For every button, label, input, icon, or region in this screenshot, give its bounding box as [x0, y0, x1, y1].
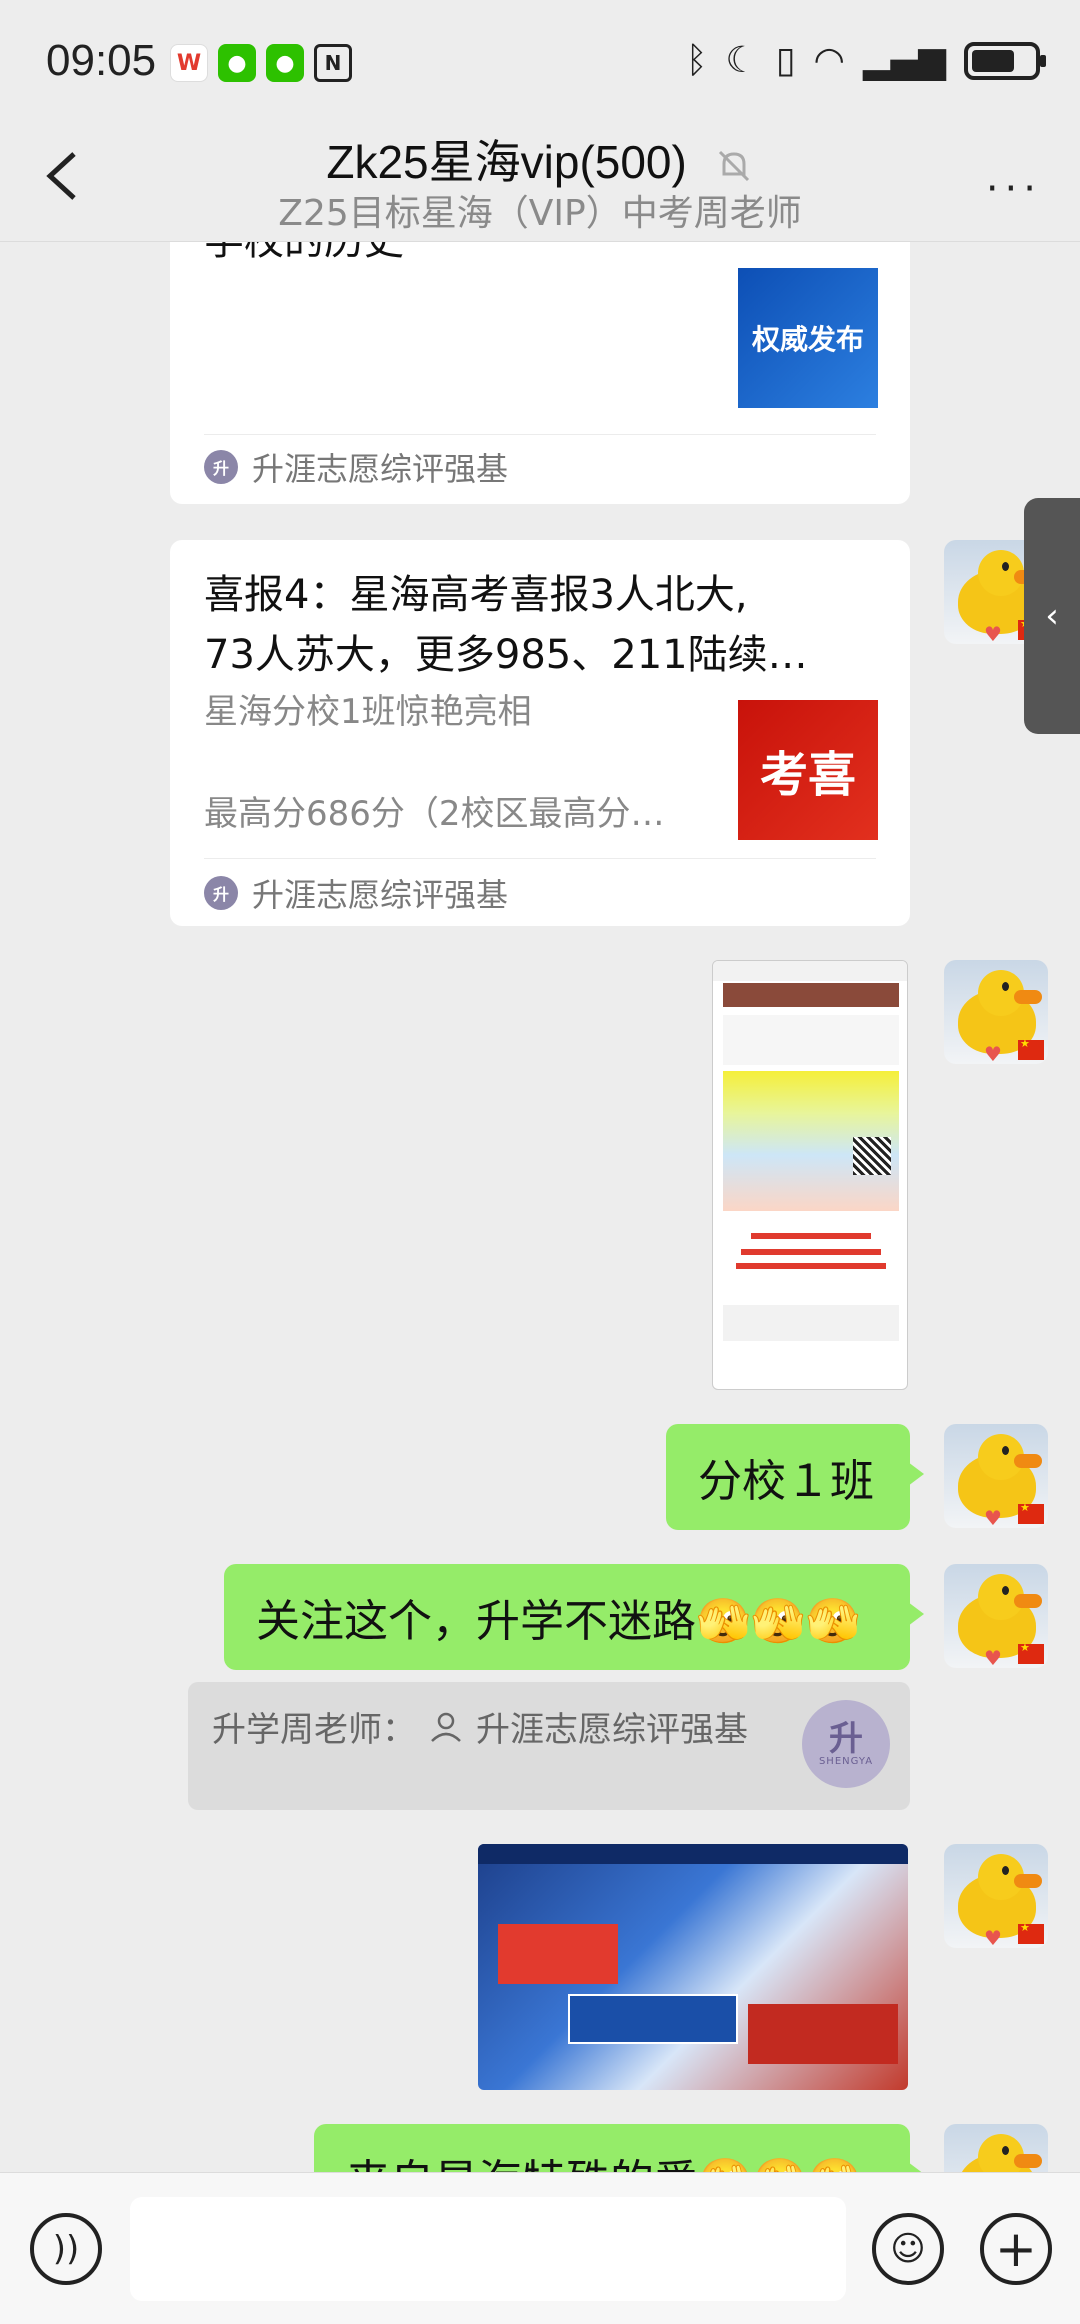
screenshot-statusbar [713, 961, 907, 981]
photo-stage [748, 2004, 898, 2064]
text-message[interactable]: 分校１班 [666, 1424, 924, 1530]
logo-glyph: 升 [829, 1718, 863, 1759]
avatar[interactable]: ♥ [944, 1424, 1048, 1528]
card-divider [204, 434, 876, 435]
article-thumbnail: 考喜 [738, 700, 878, 840]
voice-input-button[interactable]: )) [30, 2213, 102, 2285]
avatar[interactable]: ♥ [944, 2124, 1048, 2172]
avatar[interactable]: ♥ [944, 960, 1048, 1064]
wechat-icon: ● [218, 44, 256, 82]
article-desc-line2: 最高分686分（2校区最高分… [204, 794, 665, 834]
vibrate-icon: ▯ [775, 40, 796, 81]
screenshot-banner [723, 983, 899, 1007]
wechat-icon-2: ● [266, 44, 304, 82]
bluetooth-icon: ᛒ [685, 40, 708, 81]
text-message[interactable]: 关注这个，升学不迷路🫣🫣🫣 [224, 1564, 924, 1670]
quote-name: 升涯志愿综评强基 [476, 1710, 748, 1750]
more-options-button[interactable]: ··· [986, 166, 1042, 212]
emoji-icon: ☺ [890, 2229, 926, 2269]
article-source: 升 升涯志愿综评强基 [204, 870, 508, 916]
photo-top [478, 1844, 908, 1864]
avatar[interactable]: ♥ [944, 1844, 1048, 1948]
article-title-line1: 喜报4：星海高考喜报3人北大, [204, 572, 748, 618]
qr-code-icon [853, 1137, 891, 1175]
chevron-left-icon: ‹ [1045, 596, 1059, 636]
chat-header: Zk25星海vip(500) Z25目标星海（VIP）中考周老师 ··· [0, 120, 1080, 242]
mute-bell-icon [718, 150, 749, 181]
message-text: 来自星海特殊的爱🫣🫣🫣 [346, 2145, 862, 2172]
voice-icon: )) [52, 2229, 80, 2269]
status-indicators: ᛒ ☾ ▯ ◠ ▂▄▆ [685, 40, 1046, 81]
avatar[interactable]: ♥ [944, 1564, 1048, 1668]
source-name: 升涯志愿综评强基 [252, 876, 509, 914]
emoji-button[interactable]: ☺ [872, 2213, 944, 2285]
article-title: 学校的历史 [204, 242, 404, 270]
input-bar: )) ☺ + [0, 2172, 1080, 2324]
screenshot-red-text [723, 1223, 899, 1293]
text-message[interactable]: 来自星海特殊的爱🫣🫣🫣 [314, 2124, 924, 2172]
floating-side-tab[interactable]: ‹ [1024, 498, 1080, 734]
status-app-icons: W ● ● N [170, 44, 352, 82]
moon-icon: ☾ [725, 40, 758, 81]
nfc-icon: N [314, 44, 352, 82]
battery-icon [964, 41, 1046, 80]
quote-avatar: 升 SHENGYA [802, 1700, 890, 1788]
message-text: 分校１班 [698, 1456, 874, 1507]
article-title-line2: 73人苏大，更多985、211陆续… [204, 632, 808, 678]
image-message[interactable] [478, 1844, 908, 2090]
message-text: 关注这个，升学不迷路🫣🫣🫣 [256, 1596, 861, 1647]
source-logo-icon: 升 [204, 876, 238, 910]
message-input[interactable] [130, 2197, 846, 2301]
thumbnail-text: 权威发布 [751, 323, 864, 356]
user-card-icon [431, 1712, 461, 1742]
photo-banner [498, 1924, 618, 1984]
chat-title: Zk25星海vip(500) [0, 126, 1080, 192]
logo-text: SHENGYA [818, 1755, 874, 1767]
wps-icon: W [170, 44, 208, 82]
screenshot-footer [723, 1305, 899, 1341]
article-source: 升 升涯志愿综评强基 [204, 444, 508, 490]
signal-icon: ▂▄▆ [862, 40, 946, 81]
thumbnail-text: 考喜 [759, 747, 856, 803]
card-divider [204, 858, 876, 859]
quote-label: 升学周老师： [212, 1710, 416, 1750]
chat-title-text: Zk25星海vip(500) [326, 136, 687, 188]
quoted-message[interactable]: 升学周老师： 升涯志愿综评强基 升 SHENGYA [188, 1682, 910, 1810]
chat-subtitle: Z25目标星海（VIP）中考周老师 [278, 193, 802, 234]
screenshot-text [723, 1015, 899, 1065]
image-message[interactable] [712, 960, 908, 1390]
article-thumbnail: 权威发布 [738, 268, 878, 408]
plus-icon: + [995, 2220, 1037, 2278]
wifi-icon: ◠ [813, 40, 845, 81]
article-card[interactable]: 学校的历史 权威发布 升 升涯志愿综评强基 [170, 242, 910, 504]
status-bar: 09:05 W ● ● N ᛒ ☾ ▯ ◠ ▂▄▆ [0, 0, 1080, 120]
source-logo-icon: 升 [204, 450, 238, 484]
photo-sign [568, 1994, 738, 2044]
more-actions-button[interactable]: + [980, 2213, 1052, 2285]
status-time: 09:05 [46, 36, 157, 85]
quote-text: 升学周老师： 升涯志愿综评强基 [212, 1702, 748, 1751]
message-list[interactable]: 学校的历史 权威发布 升 升涯志愿综评强基 喜报4：星海高考喜报3人北大, 73… [0, 242, 1080, 2172]
article-card[interactable]: 喜报4：星海高考喜报3人北大, 73人苏大，更多985、211陆续… 星海分校1… [170, 540, 910, 926]
article-desc-line1: 星海分校1班惊艳亮相 [204, 692, 532, 732]
source-name: 升涯志愿综评强基 [252, 450, 509, 488]
